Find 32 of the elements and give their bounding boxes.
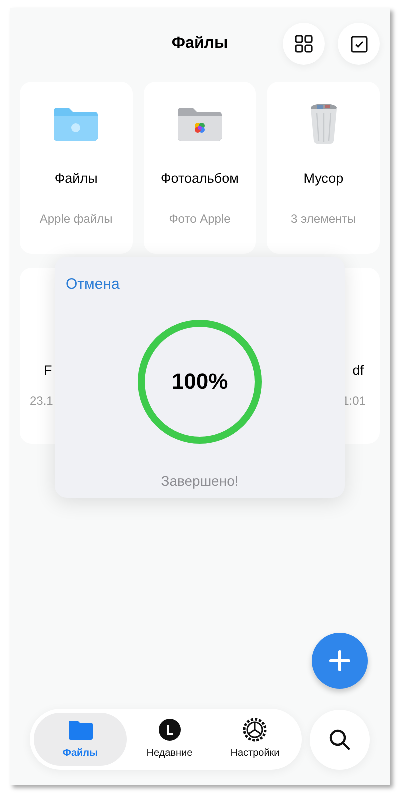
location-subtitle: Фото Apple (169, 211, 231, 228)
grid-view-button[interactable] (283, 23, 325, 65)
checkbox-icon (350, 36, 368, 52)
grid-view-icon (295, 35, 313, 53)
status-text: Завершено! (161, 472, 239, 491)
clock-icon (158, 719, 181, 741)
location-card[interactable]: Файлы Apple файлы (20, 82, 133, 254)
file-date: 1:01 (342, 393, 366, 410)
location-name: Файлы (54, 170, 98, 188)
location-subtitle: Apple файлы (40, 211, 113, 228)
location-name: Фотоальбом (161, 170, 239, 188)
select-button[interactable] (338, 23, 380, 65)
location-name: Мусор (304, 170, 344, 188)
tab[interactable]: Настройки (212, 713, 298, 766)
folder-icon (68, 720, 92, 740)
file-date: 23.1 (30, 393, 54, 410)
progress-percent: 100% (172, 371, 228, 393)
add-button[interactable] (312, 633, 368, 689)
location-card[interactable]: Мусор 3 элементы (267, 82, 380, 254)
location-subtitle: 3 элементы (291, 211, 356, 228)
folder-icon (54, 107, 98, 141)
cancel-button[interactable]: Отмена (66, 277, 120, 292)
search-icon (329, 728, 351, 750)
trash-can-icon (308, 103, 339, 145)
location-card[interactable]: Фотоальбом Фото Apple (144, 82, 256, 254)
file-name: df (352, 362, 364, 380)
plus-icon (329, 650, 351, 672)
screen-title: Файлы (172, 34, 228, 54)
tab[interactable]: Недавние (127, 713, 212, 766)
file-name: F (44, 362, 52, 380)
gear-icon (243, 718, 268, 742)
photo-folder-icon (178, 107, 222, 141)
